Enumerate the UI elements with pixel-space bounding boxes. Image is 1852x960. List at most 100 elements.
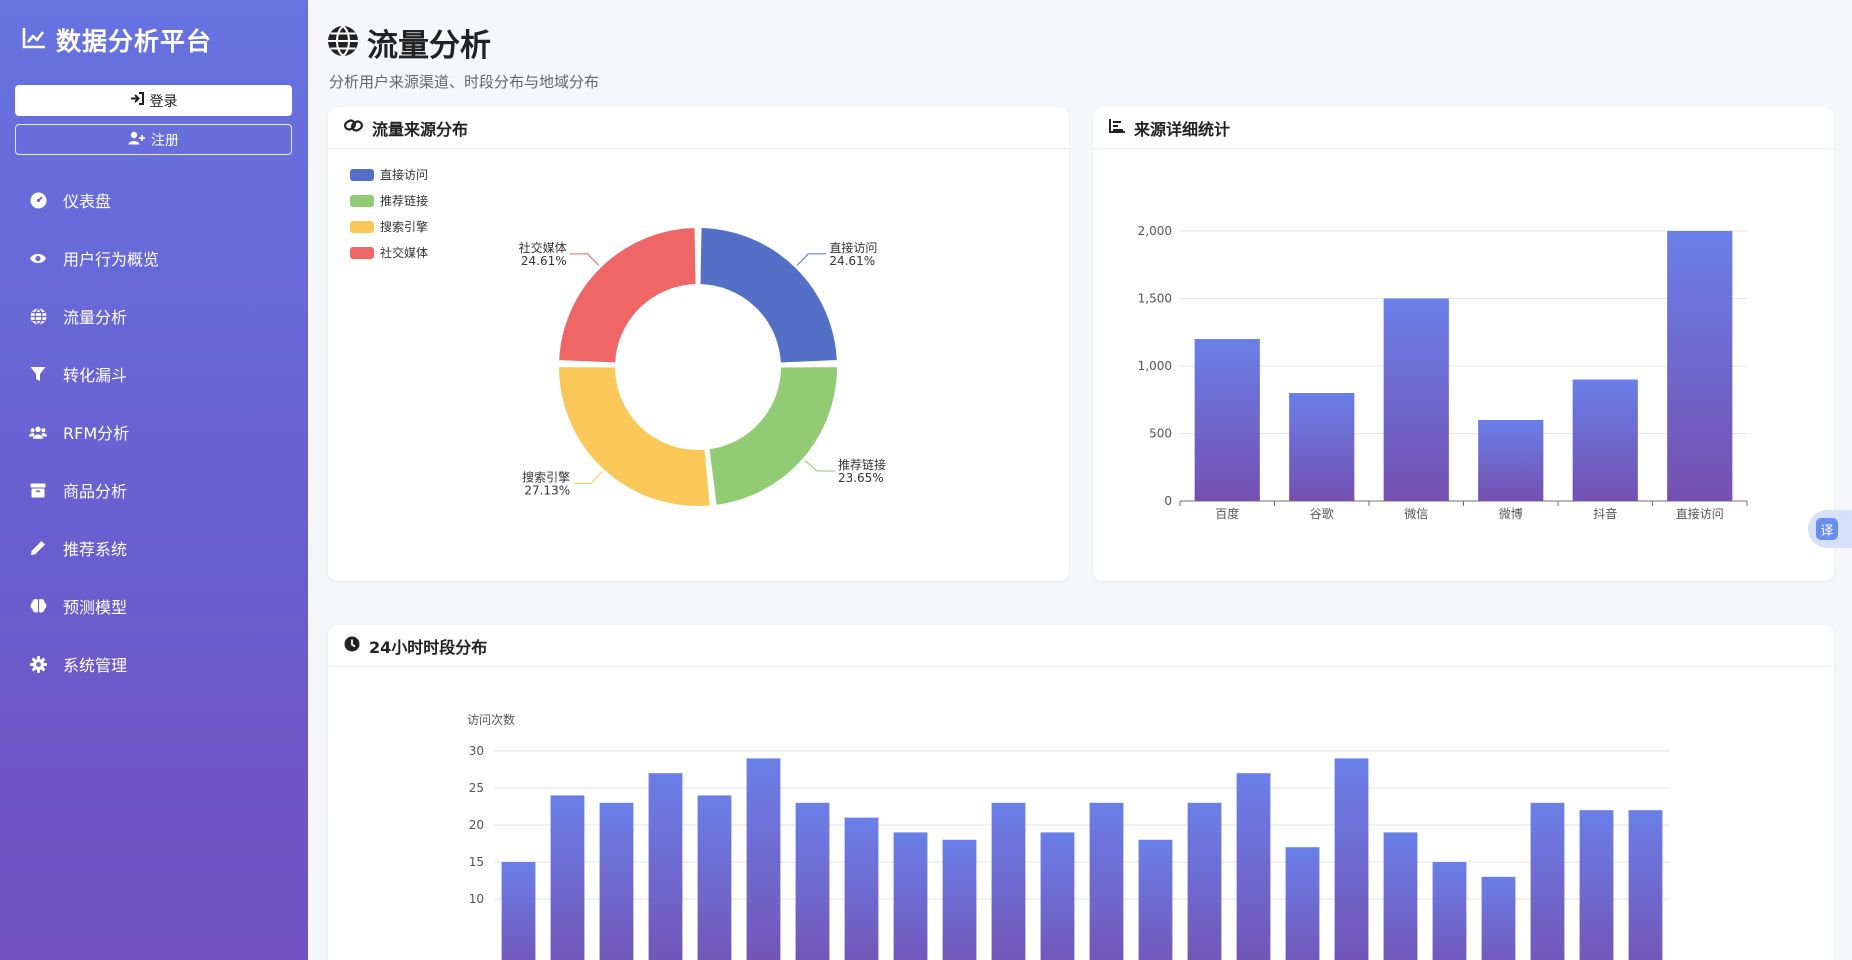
- app-title: 数据分析平台: [56, 27, 213, 56]
- login-label: 登录: [149, 93, 178, 110]
- brand[interactable]: 数据分析平台: [22, 22, 212, 58]
- y-tick-label: 20: [469, 818, 484, 832]
- sidebar-item-label: 用户行为概览: [63, 250, 160, 269]
- x-tick-label: 抖音: [1593, 506, 1617, 521]
- bar: [1481, 876, 1516, 960]
- bar: [1040, 832, 1075, 960]
- y-tick-label: 500: [1149, 427, 1172, 441]
- sign-in-icon: [130, 92, 144, 109]
- y-tick-label: 2,000: [1138, 224, 1172, 238]
- label-line: [573, 471, 603, 484]
- bar: [1187, 802, 1222, 960]
- x-tick-label: 微信: [1404, 507, 1428, 521]
- bar: [795, 802, 830, 960]
- donut-slice: [557, 226, 698, 365]
- label-line: [569, 253, 600, 266]
- slice-label: 直接访问: [829, 240, 877, 255]
- sidebar-item-label: 预测模型: [63, 598, 128, 617]
- bar: [1138, 839, 1173, 960]
- bar-chart-icon: [1109, 118, 1125, 137]
- gear-icon: [29, 655, 47, 673]
- x-tick-label: 微博: [1499, 506, 1523, 521]
- bar: [599, 802, 634, 960]
- slice-value: 27.13%: [524, 483, 570, 497]
- bar: [697, 795, 732, 960]
- link-icon: [344, 118, 363, 137]
- source-bar-chart: 0 500 1,000 1,500 2,000 百度 谷歌 微信 微博 抖音 直接访问: [1138, 224, 1748, 521]
- sidebar-item-dashboard[interactable]: 仪表盘: [0, 171, 308, 229]
- bar: [1383, 832, 1418, 960]
- sidebar-item-label: 转化漏斗: [63, 366, 128, 385]
- chart-line-icon: [22, 27, 46, 53]
- y-axis-title: 访问次数: [467, 712, 515, 727]
- card-title: 24小时时段分布: [369, 637, 488, 657]
- x-tick-label: 直接访问: [1676, 506, 1724, 521]
- card-title: 来源详细统计: [1134, 119, 1231, 139]
- label-line: [804, 460, 835, 472]
- bar: [746, 758, 781, 960]
- register-button[interactable]: 注册: [15, 124, 292, 155]
- bar: [1383, 298, 1449, 501]
- source-donut-chart: 直接访问推荐链接搜索引擎社交媒体 直接访问24.61%推荐链接23.65%搜索引擎…: [350, 167, 886, 508]
- users-icon: [29, 423, 47, 441]
- legend-label: 搜索引擎: [380, 219, 428, 234]
- sidebar-item-system[interactable]: 系统管理: [0, 635, 308, 693]
- bar: [991, 802, 1026, 960]
- sidebar-item-label: 推荐系统: [63, 540, 128, 559]
- register-label: 注册: [151, 132, 179, 149]
- bar: [648, 773, 683, 960]
- sidebar-item-prediction[interactable]: 预测模型: [0, 577, 308, 635]
- bar: [893, 832, 928, 960]
- bar: [1334, 758, 1369, 960]
- bar: [1089, 802, 1124, 960]
- source-distribution-card: 流量来源分布 直接访问 推荐链接 搜索引擎 社交媒体 直接访问 24.61% 推荐链接 23.…: [328, 107, 1069, 581]
- pencil-icon: [29, 539, 47, 557]
- funnel-icon: [29, 365, 47, 383]
- sidebar-item-traffic[interactable]: 流量分析: [0, 287, 308, 345]
- page-subtitle: 分析用户来源渠道、时段分布与地域分布: [329, 73, 600, 91]
- translate-button[interactable]: 译: [1808, 510, 1852, 548]
- bar: [1236, 773, 1271, 960]
- bar: [1628, 810, 1663, 960]
- bar: [1432, 862, 1467, 960]
- globe-icon: [327, 24, 359, 61]
- bar: [844, 817, 879, 960]
- legend-swatch: [350, 247, 374, 259]
- bar: [1579, 810, 1614, 960]
- sidebar-nav: 仪表盘 用户行为概览 流量分析 转化漏斗 RFM分析 商品分析 推荐系统 预测模…: [0, 171, 308, 693]
- box-icon: [29, 481, 47, 499]
- sidebar-item-label: 流量分析: [63, 308, 128, 327]
- sidebar-item-funnel[interactable]: 转化漏斗: [0, 345, 308, 403]
- bar: [1478, 420, 1544, 501]
- sidebar-item-label: RFM分析: [63, 424, 130, 443]
- bar: [942, 839, 977, 960]
- bar: [1285, 847, 1320, 960]
- brain-icon: [29, 597, 47, 615]
- bar: [1667, 231, 1733, 501]
- sidebar-item-products[interactable]: 商品分析: [0, 461, 308, 519]
- page-header: 流量分析 分析用户来源渠道、时段分布与地域分布: [327, 20, 599, 92]
- slice-label: 推荐链接: [838, 457, 886, 472]
- y-tick-label: 0: [1164, 494, 1172, 508]
- legend-swatch: [350, 221, 374, 233]
- label-line: [796, 253, 827, 266]
- donut-slice: [707, 365, 839, 507]
- slice-label: 社交媒体: [519, 240, 567, 255]
- hourly-distribution-card: 24小时时段分布 访问次数 10 15 20 25 30: [328, 625, 1834, 960]
- dashboard-icon: [29, 191, 47, 209]
- slice-value: 23.65%: [838, 471, 884, 485]
- y-tick-label: 25: [469, 781, 484, 795]
- legend-label: 直接访问: [380, 167, 428, 182]
- clock-icon: [344, 636, 360, 656]
- legend-swatch: [350, 195, 374, 207]
- bar: [1530, 802, 1565, 960]
- bar: [550, 795, 585, 960]
- sidebar-item-rfm[interactable]: RFM分析: [0, 403, 308, 461]
- source-detail-card: 来源详细统计 0 500 1,000 1,500 2,000 百度 谷歌 微信 微博 抖音 直接访问: [1093, 107, 1834, 581]
- sidebar-item-recommend[interactable]: 推荐系统: [0, 519, 308, 577]
- hourly-bar-chart: 访问次数 10 15 20 25 30: [467, 712, 1670, 960]
- slice-label: 搜索引擎: [522, 469, 570, 484]
- sidebar-item-behavior[interactable]: 用户行为概览: [0, 229, 308, 287]
- login-button[interactable]: 登录: [15, 85, 292, 116]
- sidebar-item-label: 系统管理: [63, 656, 128, 675]
